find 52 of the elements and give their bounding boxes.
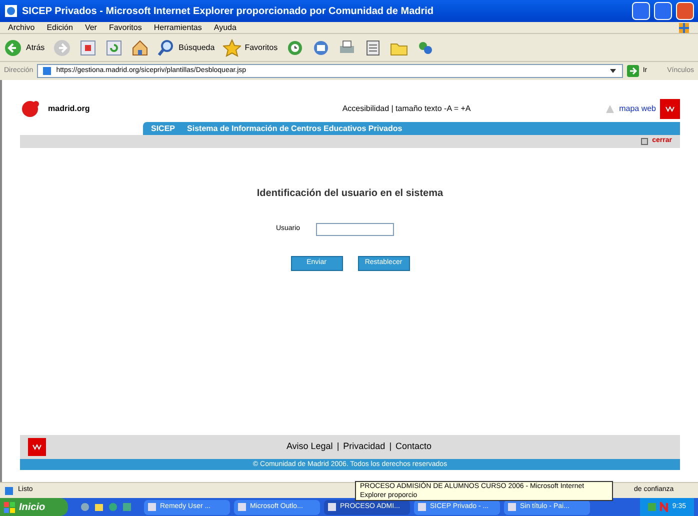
- search-button[interactable]: Búsqueda: [156, 38, 215, 56]
- user-input-field[interactable]: [316, 223, 394, 236]
- site-map-link[interactable]: mapa web: [619, 103, 656, 115]
- back-button[interactable]: Atrás: [4, 38, 45, 56]
- windows-logo-icon: [678, 22, 690, 34]
- folder-icon[interactable]: [94, 502, 104, 512]
- page-icon: [4, 486, 14, 496]
- globe-icon[interactable]: [80, 502, 90, 512]
- separator: |: [389, 440, 392, 454]
- minimize-button[interactable]: [632, 2, 650, 20]
- nav-acronym: SICEP: [151, 122, 176, 134]
- page-icon: [42, 66, 52, 76]
- menu-item[interactable]: Archivo: [8, 22, 35, 34]
- go-arrow-icon: [626, 65, 639, 77]
- favorites-button[interactable]: Favoritos: [222, 38, 278, 56]
- windows-logo-icon: [4, 502, 15, 512]
- footer-link[interactable]: Contacto: [396, 440, 432, 454]
- window-icon: [418, 503, 426, 511]
- desktop-icon[interactable]: [122, 502, 132, 512]
- window-icon: [148, 503, 156, 511]
- mail-icon[interactable]: [312, 38, 330, 56]
- form-heading: Identificación del usuario en el sistema: [256, 187, 444, 201]
- bear-logo-icon: [20, 99, 40, 119]
- nav-title: Sistema de Información de Centros Educativos Privados: [187, 122, 402, 134]
- star-icon: [222, 38, 241, 56]
- site-logo: madrid.org: [48, 103, 91, 115]
- start-button[interactable]: Inicio: [0, 498, 68, 516]
- footer-link[interactable]: Privacidad: [343, 440, 386, 454]
- menu-item[interactable]: Ayuda: [214, 22, 236, 34]
- window-icon: [508, 503, 516, 511]
- window-icon: [328, 503, 336, 511]
- menu-item[interactable]: Edición: [46, 22, 73, 34]
- logout-icon: [641, 138, 648, 145]
- stop-icon[interactable]: [78, 38, 97, 56]
- home-icon[interactable]: [130, 38, 149, 56]
- menu-item[interactable]: Herramientas: [154, 22, 202, 34]
- refresh-icon[interactable]: [104, 38, 123, 56]
- close-button[interactable]: [676, 2, 694, 20]
- footer-link[interactable]: Aviso Legal: [286, 440, 333, 454]
- history-icon[interactable]: [286, 38, 304, 56]
- window-title: SICEP Privados - Microsoft Internet Explorer proporcionado por Comunidad de Madrid: [22, 4, 435, 18]
- window-icon: [238, 503, 246, 511]
- logo-mark-icon: [32, 442, 42, 452]
- document-icon[interactable]: [364, 38, 382, 56]
- back-icon: [4, 38, 22, 56]
- browser-icon: [4, 4, 18, 18]
- accessibility-links[interactable]: Accesibilidad | tamaño texto -A = +A: [208, 103, 606, 115]
- search-icon: [156, 38, 175, 56]
- menu-item[interactable]: Ver: [84, 22, 97, 34]
- maximize-button[interactable]: [654, 2, 672, 20]
- separator: |: [336, 440, 340, 454]
- menu-item[interactable]: Favoritos: [108, 22, 142, 34]
